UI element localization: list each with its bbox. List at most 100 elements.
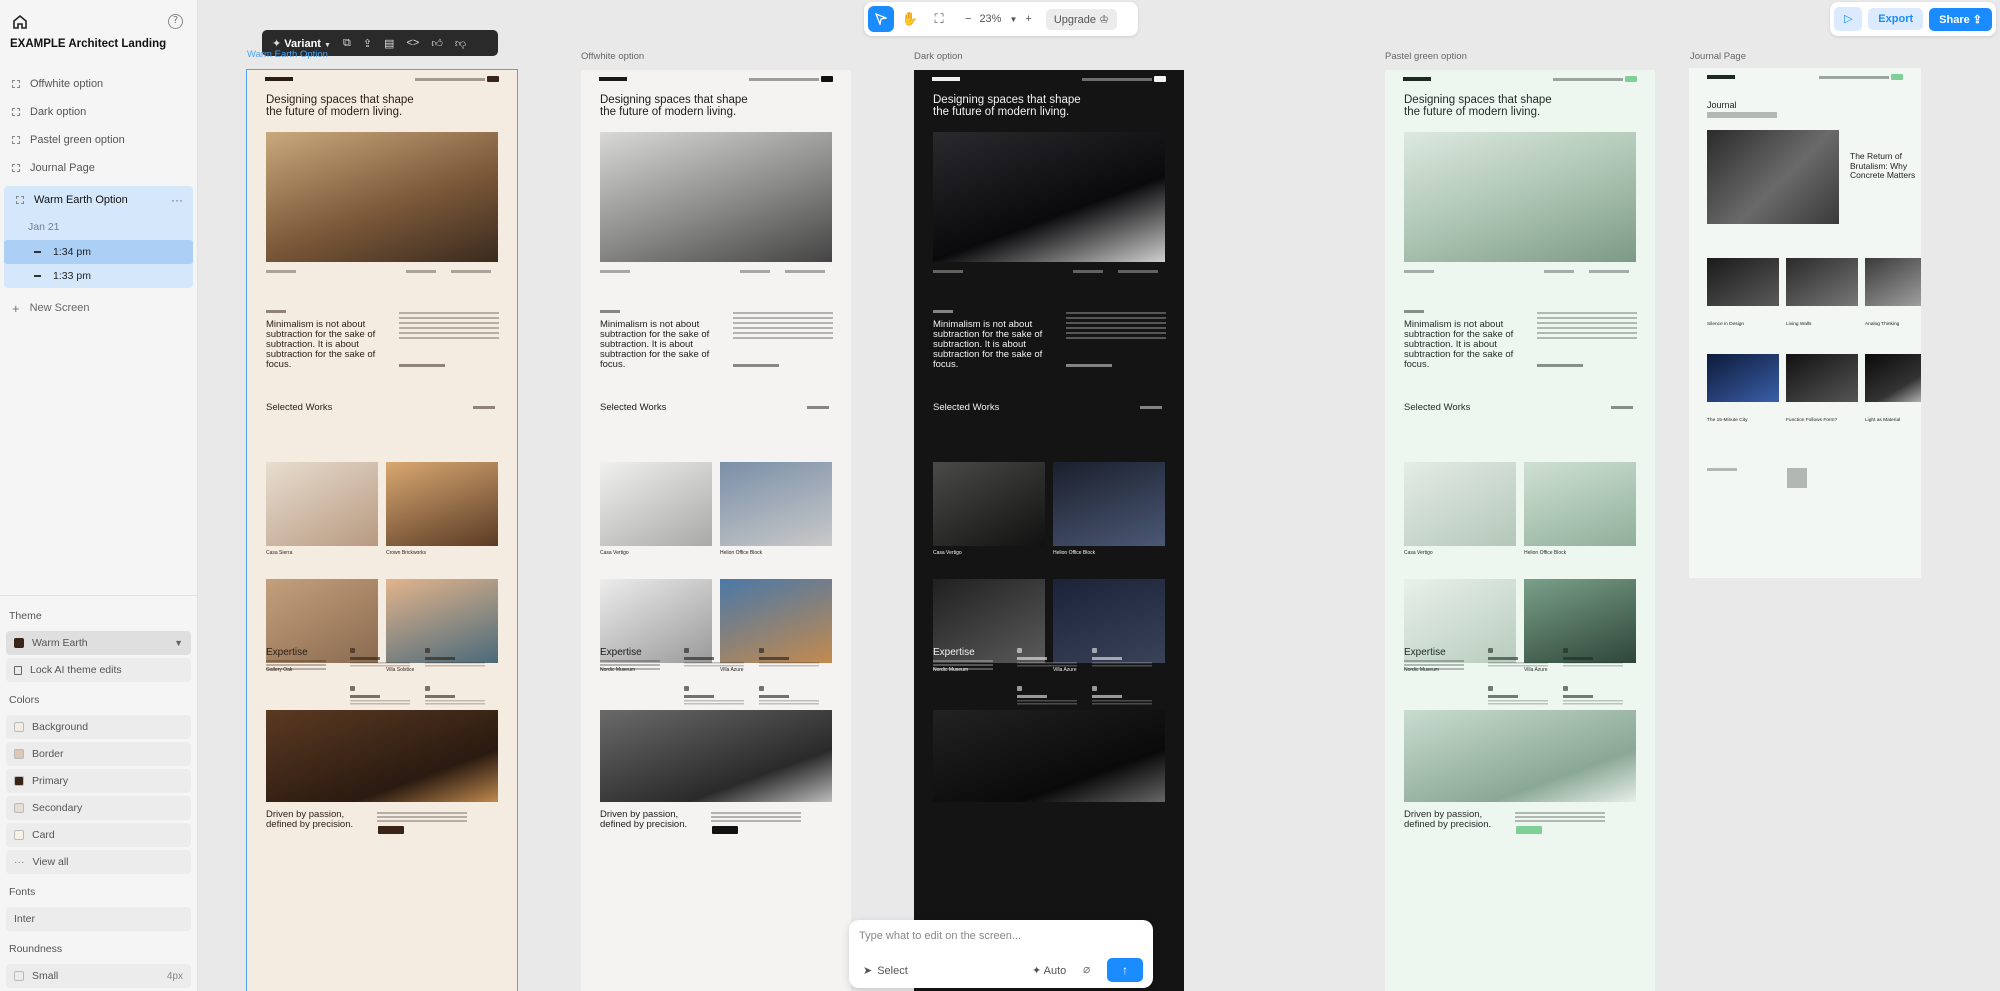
- frame-pastel-green-option[interactable]: Designing spaces that shape the future o…: [1385, 70, 1655, 991]
- journal-article-image[interactable]: [1865, 354, 1921, 402]
- frame-warm-earth-option[interactable]: Designing spaces that shape the future o…: [246, 69, 518, 991]
- work-caption: Casa Vertigo: [1404, 550, 1433, 556]
- view-all-projects-link[interactable]: [1140, 406, 1162, 409]
- expertise-item-desc: [350, 699, 410, 705]
- version-item[interactable]: 1:33 pm: [4, 264, 193, 288]
- work-image[interactable]: [600, 462, 712, 546]
- chevron-down-icon[interactable]: ▼: [1009, 15, 1017, 24]
- upload-icon: ⇪: [1972, 13, 1982, 26]
- more-options-icon[interactable]: ···: [171, 193, 183, 207]
- zoom-in-icon[interactable]: +: [1025, 13, 1031, 25]
- contact-button[interactable]: [1516, 826, 1542, 834]
- screen-item-pastel-green[interactable]: Pastel green option: [0, 126, 197, 154]
- journal-article-image[interactable]: [1786, 354, 1858, 402]
- journal-article-image[interactable]: [1865, 258, 1921, 306]
- work-image[interactable]: [1053, 462, 1165, 546]
- frame-tool-button[interactable]: ⛶: [926, 6, 952, 32]
- auto-mode-button[interactable]: ✦ Auto: [1032, 964, 1066, 977]
- view-all-colors-button[interactable]: ··· View all: [6, 850, 191, 874]
- help-icon[interactable]: ?: [168, 14, 183, 29]
- frame-label[interactable]: Offwhite option: [581, 51, 644, 62]
- share-button[interactable]: Share ⇪: [1929, 7, 1992, 31]
- hero-image: [933, 132, 1165, 262]
- upgrade-label: Upgrade: [1053, 13, 1097, 26]
- prompt-input[interactable]: Type what to edit on the screen...: [859, 930, 1021, 942]
- color-item-secondary[interactable]: Secondary: [6, 796, 191, 820]
- screen-item-warm-earth[interactable]: Warm Earth Option ···: [4, 186, 193, 214]
- export-button[interactable]: Export: [1868, 8, 1924, 30]
- contact-button[interactable]: [712, 826, 738, 834]
- frame-label-journal[interactable]: Journal Page: [1690, 51, 1746, 62]
- new-screen-button[interactable]: + New Screen: [0, 294, 197, 322]
- code-icon[interactable]: <>: [406, 37, 419, 49]
- upgrade-button[interactable]: Upgrade ♔: [1045, 8, 1117, 30]
- lock-theme-toggle[interactable]: Lock AI theme edits: [6, 658, 191, 682]
- font-select[interactable]: Inter: [6, 907, 191, 931]
- roundness-select[interactable]: Small 4px: [6, 964, 191, 988]
- frame-label[interactable]: Warm Earth Option: [247, 49, 328, 60]
- screen-item-offwhite[interactable]: Offwhite option: [0, 70, 197, 98]
- expertise-title: Expertise: [933, 647, 975, 658]
- sparkle-icon: ✦: [1032, 965, 1042, 977]
- frame-dark-option[interactable]: Designing spaces that shape the future o…: [914, 70, 1184, 991]
- home-icon[interactable]: [12, 14, 28, 30]
- zoom-control: − 23% ▼ +: [965, 13, 1032, 25]
- work-image[interactable]: [1404, 462, 1516, 546]
- contact-button[interactable]: [378, 826, 404, 834]
- color-item-card[interactable]: Card: [6, 823, 191, 847]
- colors-section-label: Colors: [9, 694, 40, 706]
- variant-button[interactable]: ✦ Variant ▼: [272, 37, 331, 50]
- doc-icon[interactable]: ▤: [384, 37, 394, 50]
- work-image[interactable]: [386, 462, 498, 546]
- expertise-item-title: [350, 657, 380, 660]
- select-mode-button[interactable]: ➤ Select: [863, 964, 908, 978]
- mini-nav-links: [749, 78, 819, 81]
- active-screen-group: Warm Earth Option ··· Jan 21 1:34 pm 1:33…: [4, 186, 193, 288]
- read-more-link[interactable]: [1537, 364, 1583, 367]
- studio-image: [600, 710, 832, 802]
- work-image[interactable]: [720, 462, 832, 546]
- theme-select[interactable]: Warm Earth ▼: [6, 631, 191, 655]
- preview-button[interactable]: ▷: [1834, 7, 1863, 31]
- zoom-level[interactable]: 23%: [979, 13, 1001, 25]
- color-item-primary[interactable]: Primary: [6, 769, 191, 793]
- work-image[interactable]: [1524, 462, 1636, 546]
- hand-tool-button[interactable]: ✋: [897, 6, 923, 32]
- expertise-item: [425, 686, 487, 706]
- roundness-section-label: Roundness: [9, 943, 63, 955]
- read-more-link[interactable]: [399, 364, 445, 367]
- color-item-border[interactable]: Border: [6, 742, 191, 766]
- journal-article-image[interactable]: [1707, 258, 1779, 306]
- screen-item-journal[interactable]: Journal Page: [0, 154, 197, 182]
- pointer-tool-button[interactable]: [868, 6, 894, 32]
- work-image[interactable]: [933, 462, 1045, 546]
- chevron-down-icon: ▼: [324, 41, 331, 49]
- version-item[interactable]: 1:34 pm: [4, 240, 193, 264]
- mini-nav-links: [415, 78, 485, 81]
- thumbs-down-icon[interactable]: 👎︎: [455, 37, 466, 50]
- export-icon[interactable]: ⇪: [363, 37, 372, 50]
- view-all-projects-link[interactable]: [807, 406, 829, 409]
- journal-article-image[interactable]: [1707, 354, 1779, 402]
- send-button[interactable]: ↑: [1107, 958, 1143, 982]
- work-image[interactable]: [266, 462, 378, 546]
- frame-label[interactable]: Pastel green option: [1385, 51, 1467, 62]
- screen-item-dark[interactable]: Dark option: [0, 98, 197, 126]
- color-item-background[interactable]: Background: [6, 715, 191, 739]
- journal-article-image[interactable]: [1786, 258, 1858, 306]
- frame-label[interactable]: Dark option: [914, 51, 963, 62]
- frame-journal-page[interactable]: Journal The Return of Brutalism: Why Con…: [1689, 68, 1921, 578]
- hero-image: [266, 132, 498, 262]
- frame-offwhite-option[interactable]: Designing spaces that shape the future o…: [581, 70, 851, 991]
- section-tag: [933, 310, 953, 313]
- zoom-out-icon[interactable]: −: [965, 13, 971, 25]
- read-more-link[interactable]: [1066, 364, 1112, 367]
- view-all-projects-link[interactable]: [1611, 406, 1633, 409]
- read-more-link[interactable]: [733, 364, 779, 367]
- view-all-projects-link[interactable]: [473, 406, 495, 409]
- expertise-item-title: [425, 695, 455, 698]
- thumbs-up-icon[interactable]: 👍︎: [431, 37, 443, 50]
- attach-icon[interactable]: ⌀: [1083, 962, 1090, 976]
- expertise-icon: [759, 686, 764, 691]
- copy-icon[interactable]: ⧉: [343, 37, 351, 50]
